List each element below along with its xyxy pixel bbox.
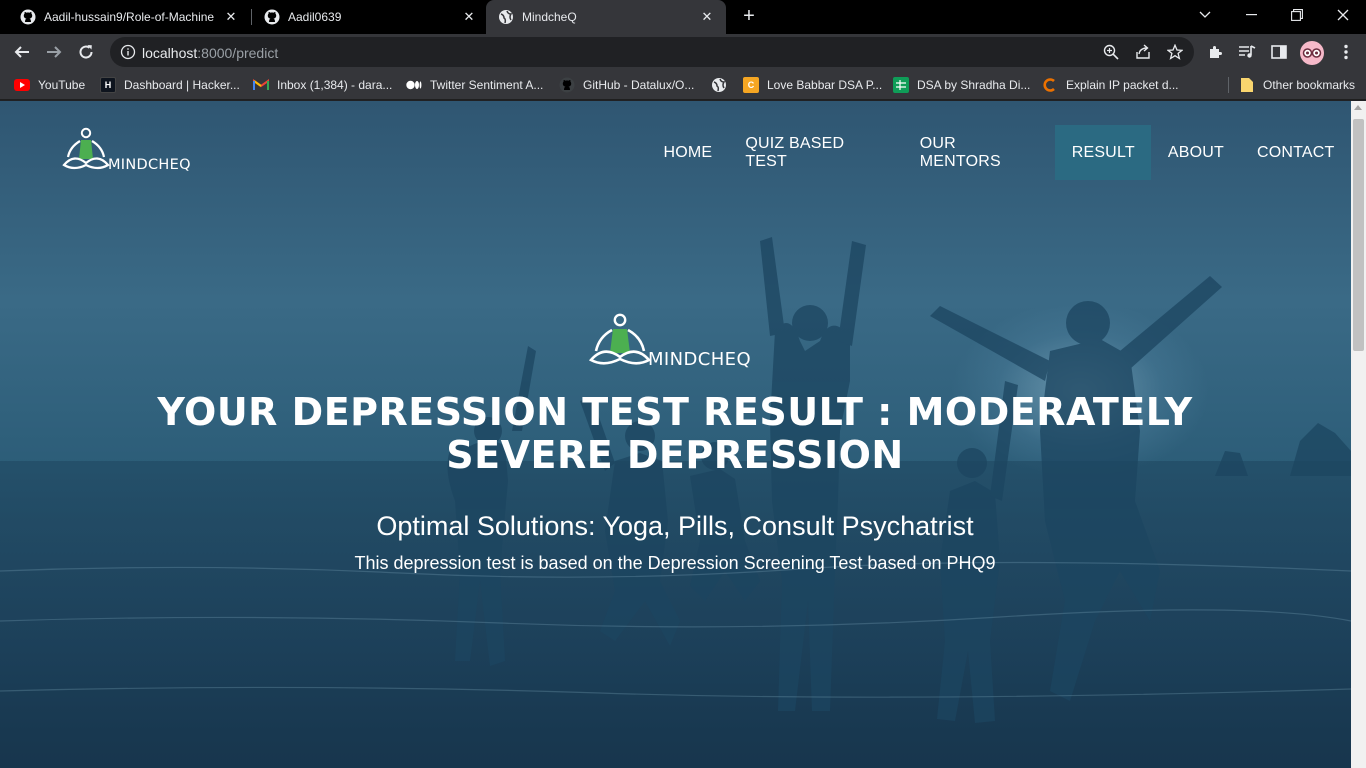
youtube-icon [14, 77, 30, 93]
gmail-icon [253, 77, 269, 93]
bookmark-hackerrank[interactable]: H Dashboard | Hacker... [100, 75, 240, 95]
address-bar[interactable]: localhost:8000/predict [110, 37, 1194, 67]
globe-icon [711, 77, 727, 93]
side-panel-icon[interactable] [1269, 42, 1289, 62]
brand-text: MINDCHEQ [108, 157, 191, 173]
scroll-up-arrow-icon[interactable] [1354, 105, 1362, 110]
url-text[interactable]: localhost:8000/predict [142, 45, 278, 61]
github-icon [20, 9, 36, 25]
bookmark-label: Dashboard | Hacker... [124, 78, 240, 92]
hackerrank-icon: H [100, 77, 116, 93]
bookmark-other[interactable]: Other bookmarks [1239, 75, 1355, 95]
page-scrollbar[interactable] [1351, 101, 1366, 768]
nav-quiz-based-test[interactable]: QUIZ BASED TEST [729, 125, 903, 180]
bookmarks-separator [1228, 77, 1229, 93]
back-arrow-icon[interactable] [8, 38, 36, 66]
tab-title: Aadil-hussain9/Role-of-Machine [44, 10, 215, 24]
github-icon [559, 77, 575, 93]
bookmark-label: DSA by Shradha Di... [917, 78, 1031, 92]
tab-mindcheq[interactable]: MindcheQ ✕ [486, 0, 726, 34]
profile-avatar-icon[interactable] [1300, 41, 1324, 65]
tab-title: Aadil0639 [288, 10, 342, 24]
nav-our-mentors[interactable]: OUR MENTORS [903, 125, 1055, 180]
bookmark-label: Inbox (1,384) - dara... [277, 78, 393, 92]
media-queue-icon[interactable] [1237, 42, 1257, 62]
bookmark-dsa-shradha[interactable]: DSA by Shradha Di... [893, 75, 1030, 95]
share-icon[interactable] [1134, 43, 1152, 61]
meditation-logo-icon: MINDCHEQ [588, 313, 751, 370]
forward-arrow-icon[interactable] [40, 38, 68, 66]
chegg-icon [1042, 77, 1058, 93]
test-basis-note: This depression test is based on the Dep… [354, 553, 996, 573]
extensions-icon[interactable] [1205, 42, 1225, 62]
site-logo[interactable]: MINDCHEQ [62, 125, 202, 175]
close-tab-icon[interactable]: ✕ [696, 6, 718, 28]
bookmark-label: Other bookmarks [1263, 78, 1356, 92]
info-icon[interactable] [120, 44, 136, 60]
folder-icon [1239, 77, 1255, 93]
url-host: localhost [142, 45, 198, 61]
bookmark-github-datalux[interactable]: GitHub - Datalux/O... [559, 75, 694, 95]
nav-contact[interactable]: CONTACT [1240, 125, 1351, 180]
bookmark-globe[interactable] [711, 75, 735, 95]
url-path: :8000/predict [197, 45, 279, 61]
restore-icon[interactable] [1274, 0, 1320, 30]
tab-title: MindcheQ [522, 10, 577, 24]
new-tab-button[interactable]: + [738, 6, 760, 28]
nav-home[interactable]: HOME [647, 125, 729, 180]
close-tab-icon[interactable]: ✕ [458, 6, 480, 28]
bookmarks-bar: YouTube H Dashboard | Hacker... Inbox (1… [0, 70, 1366, 100]
bookmark-label: Explain IP packet d... [1066, 78, 1179, 92]
bookmark-label: Twitter Sentiment A... [430, 78, 544, 92]
close-tab-icon[interactable]: ✕ [220, 6, 242, 28]
bookmark-star-icon[interactable] [1166, 43, 1184, 61]
bookmark-label: Love Babbar DSA P... [767, 78, 883, 92]
bookmark-youtube[interactable]: YouTube [14, 75, 85, 95]
sheets-icon [893, 77, 909, 93]
tab-github-profile[interactable]: Aadil0639 ✕ [244, 0, 488, 34]
result-heading: YOUR DEPRESSION TEST RESULT : MODERATELY… [157, 390, 1193, 477]
page-viewport: MINDCHEQ HOME QUIZ BASED TEST OUR MENTOR… [0, 101, 1351, 768]
tab-github-repo[interactable]: Aadil-hussain9/Role-of-Machine ✕ [0, 0, 250, 34]
nav-about[interactable]: ABOUT [1151, 125, 1240, 180]
nav-result[interactable]: RESULT [1055, 125, 1152, 180]
medium-icon [406, 77, 422, 93]
hero-logo: MINDCHEQ [588, 311, 764, 371]
bookmark-twitter-sentiment[interactable]: Twitter Sentiment A... [406, 75, 543, 95]
bookmark-gmail[interactable]: Inbox (1,384) - dara... [253, 75, 392, 95]
globe-icon [498, 9, 514, 25]
github-icon [264, 9, 280, 25]
reload-icon[interactable] [72, 38, 100, 66]
bookmark-label: GitHub - Datalux/O... [583, 78, 695, 92]
brand-text: MINDCHEQ [648, 349, 751, 370]
tab-strip: Aadil-hussain9/Role-of-Machine ✕ Aadil06… [0, 0, 1366, 34]
bookmark-explain-ip[interactable]: Explain IP packet d... [1042, 75, 1179, 95]
codestudio-icon: C [743, 77, 759, 93]
solutions-subheading: Optimal Solutions: Yoga, Pills, Consult … [376, 511, 974, 541]
bookmark-love-babbar[interactable]: C Love Babbar DSA P... [743, 75, 882, 95]
scrollbar-thumb[interactable] [1353, 119, 1364, 351]
tab-search-icon[interactable] [1182, 0, 1228, 30]
close-window-icon[interactable] [1320, 0, 1366, 30]
main-nav: HOME QUIZ BASED TEST OUR MENTORS RESULT … [647, 125, 1351, 180]
chrome-menu-icon[interactable] [1336, 42, 1356, 62]
zoom-icon[interactable] [1102, 43, 1120, 61]
bookmark-label: YouTube [38, 78, 86, 92]
meditation-logo-icon: MINDCHEQ [62, 127, 191, 173]
minimize-icon[interactable] [1228, 0, 1274, 30]
browser-toolbar: localhost:8000/predict [0, 34, 1366, 70]
